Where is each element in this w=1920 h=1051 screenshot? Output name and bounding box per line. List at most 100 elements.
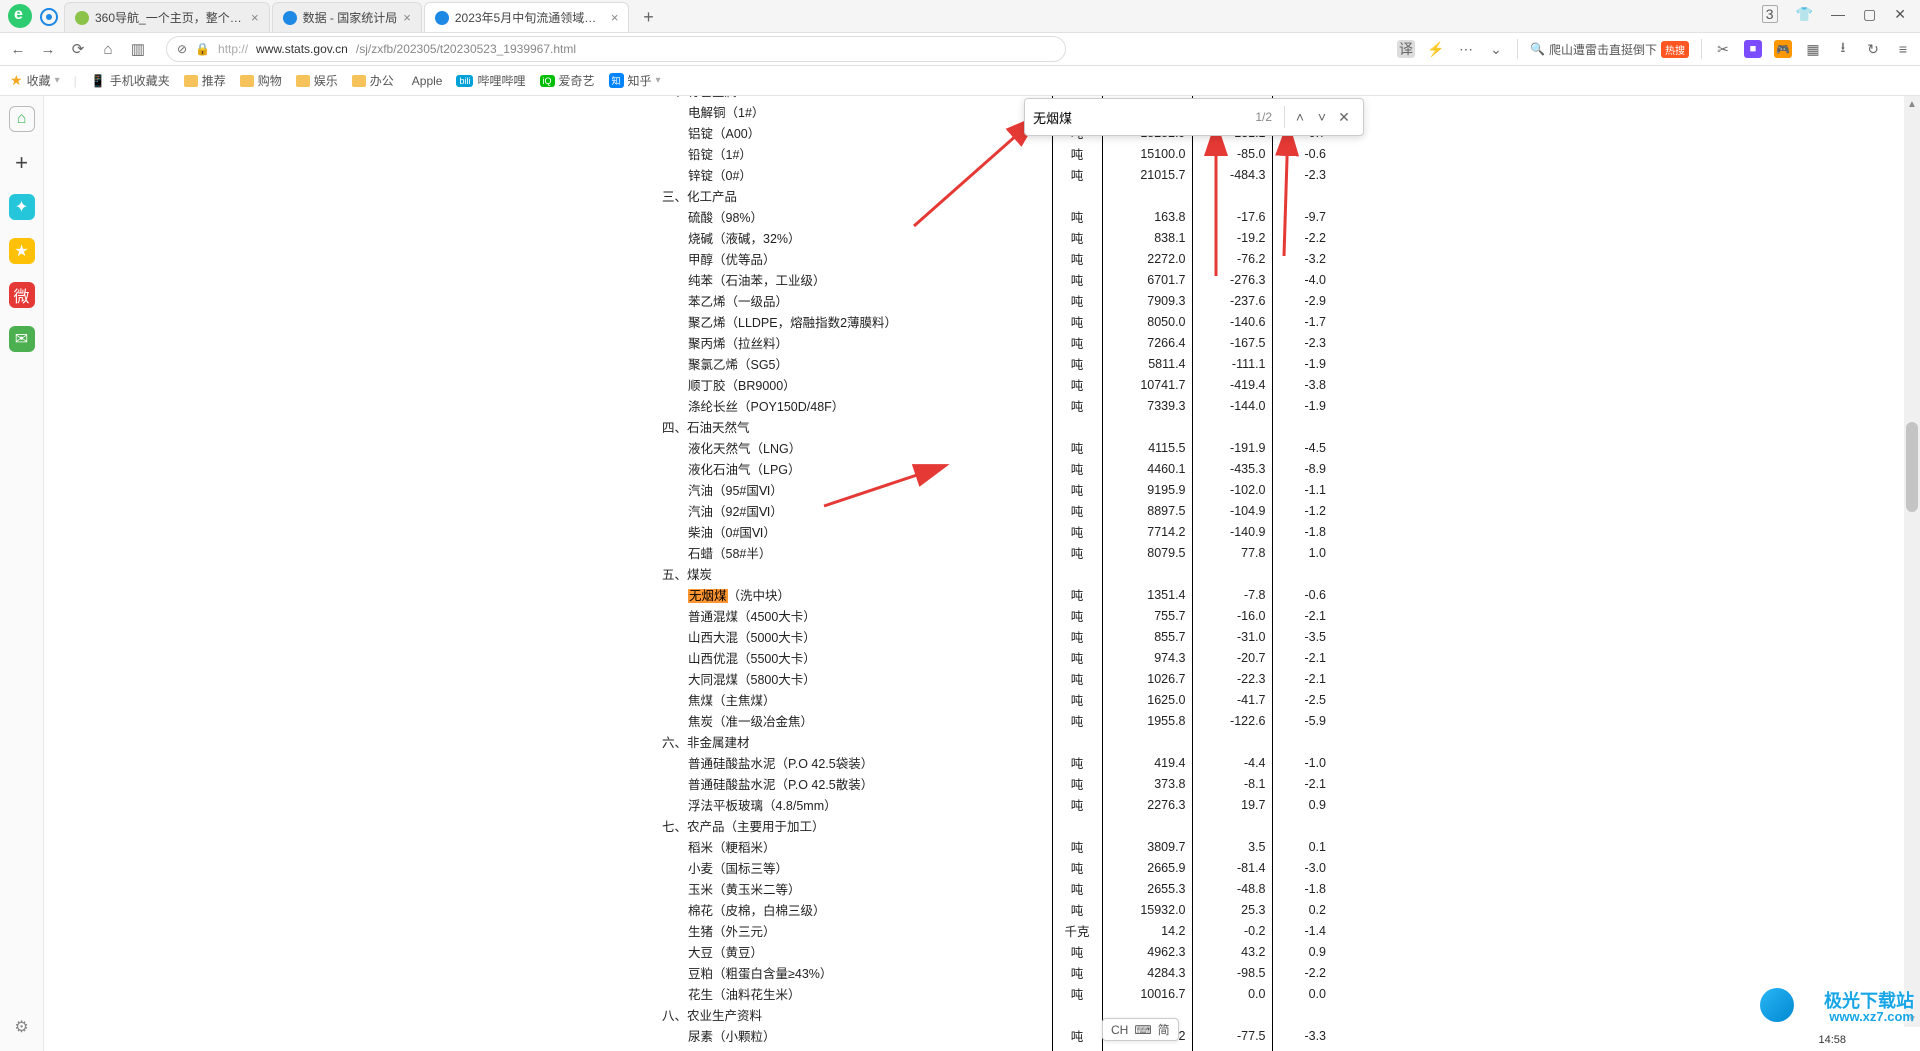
toolbar-right: 译 ⚡ ⋯ ⌄ 🔍 爬山遭雷击直挺倒下 热搜 ✂ ■ 🎮 ▦ ⭳ ↻ ≡ (1397, 39, 1912, 59)
ext-orange-icon[interactable]: 🎮 (1774, 40, 1792, 58)
find-prev-button[interactable]: ˄ (1289, 106, 1311, 128)
tab-title: 2023年5月中旬流通领域重要 (455, 9, 605, 26)
tab-close-icon[interactable]: × (251, 10, 259, 25)
category-label: 六、非金属建材 (632, 731, 1052, 752)
translate-icon[interactable]: 译 (1397, 40, 1415, 58)
browser-secondary-icon[interactable] (40, 8, 58, 26)
separator (1517, 39, 1518, 59)
chevron-down-icon[interactable]: ⌄ (1487, 40, 1505, 58)
ext-purple-icon[interactable]: ■ (1744, 40, 1762, 58)
row-value-1: 8079.5 (1102, 542, 1192, 563)
row-name: 小麦（国标三等） (632, 857, 1052, 878)
row-unit: 吨 (1052, 437, 1102, 458)
tab-1[interactable]: 数据 - 国家统计局 × (272, 2, 422, 32)
bookmark-zhihu[interactable]: 知知乎▾ (609, 72, 661, 89)
bookmark-recommend[interactable]: 推荐 (184, 72, 226, 89)
row-unit: 吨 (1052, 689, 1102, 710)
row-value-1: 4284.3 (1102, 962, 1192, 983)
nav-back-button[interactable]: ← (8, 39, 28, 59)
row-name: 复合肥（硫酸钾复合肥，氮磷钾含量45%） (632, 1046, 1052, 1051)
row-value-3: -2.3 (1272, 1046, 1332, 1051)
rail-settings-icon[interactable]: ⚙ (14, 1017, 28, 1037)
separator (1284, 106, 1285, 128)
row-unit: 吨 (1052, 395, 1102, 416)
url-input[interactable]: ⊘ 🔒 http://www.stats.gov.cn/sj/zxfb/2023… (166, 36, 1066, 62)
row-unit: 吨 (1052, 458, 1102, 479)
bookmark-apple[interactable]: Apple (408, 74, 443, 88)
tab-close-icon[interactable]: × (403, 10, 411, 25)
nav-home-button[interactable]: ⌂ (98, 39, 118, 59)
window-minimize-icon[interactable]: — (1831, 6, 1845, 22)
nav-reload-button[interactable]: ⟳ (68, 39, 88, 59)
row-name: 甲醇（优等品） (632, 248, 1052, 269)
ime-indicator[interactable]: CH ⌨ 简 (1102, 1018, 1179, 1041)
find-in-page-bar: 1/2 ˄ ˅ ✕ (1024, 98, 1364, 136)
vertical-scrollbar[interactable]: ▲ ▼ (1904, 96, 1920, 1027)
row-name: 玉米（黄玉米二等） (632, 878, 1052, 899)
row-value-3: -1.0 (1272, 752, 1332, 773)
tab-0[interactable]: 360导航_一个主页，整个世界 × (64, 2, 270, 32)
grid-icon[interactable]: ▦ (1804, 40, 1822, 58)
tab-favicon-icon (75, 11, 89, 25)
row-value-3: -4.5 (1272, 437, 1332, 458)
bookmark-office[interactable]: 办公 (352, 72, 394, 89)
find-close-button[interactable]: ✕ (1333, 106, 1355, 128)
flash-icon[interactable]: ⚡ (1427, 40, 1445, 58)
tab-2[interactable]: 2023年5月中旬流通领域重要 × (424, 2, 630, 32)
row-value-1: 4460.1 (1102, 458, 1192, 479)
window-maximize-icon[interactable]: ▢ (1863, 6, 1876, 23)
folder-icon (296, 75, 310, 87)
rail-add-icon[interactable]: + (9, 150, 35, 176)
ime-mode: 简 (1158, 1021, 1170, 1038)
rail-app1-icon[interactable]: ✦ (9, 194, 35, 220)
history-icon[interactable]: ↻ (1864, 40, 1882, 58)
row-unit: 吨 (1052, 710, 1102, 731)
rail-home-icon[interactable]: ⌂ (9, 106, 35, 132)
tab-close-icon[interactable]: × (611, 10, 619, 25)
row-unit: 吨 (1052, 290, 1102, 311)
bookmark-shopping[interactable]: 购物 (240, 72, 282, 89)
window-count-badge: 3 (1762, 5, 1778, 23)
scissors-icon[interactable]: ✂ (1714, 40, 1732, 58)
bookmark-iqiyi[interactable]: iQ爱奇艺 (540, 72, 595, 89)
window-close-icon[interactable]: ✕ (1894, 6, 1906, 23)
row-value-3: 0.0 (1272, 983, 1332, 1004)
row-value-3: -1.8 (1272, 521, 1332, 542)
bookmark-favorites[interactable]: ★收藏▾ (10, 72, 60, 89)
bookmark-label: 哔哩哔哩 (477, 72, 525, 89)
bookmark-bilibili[interactable]: bili哔哩哔哩 (456, 72, 525, 89)
row-unit: 吨 (1052, 1025, 1102, 1046)
new-tab-button[interactable]: + (635, 4, 661, 30)
row-name: 豆粕（粗蛋白含量≥43%） (632, 962, 1052, 983)
more-menu-icon[interactable]: ⋯ (1457, 40, 1475, 58)
browser-logo-icon[interactable] (8, 4, 32, 28)
row-value-1: 974.3 (1102, 647, 1192, 668)
nav-forward-button[interactable]: → (38, 39, 58, 59)
rail-mail-icon[interactable]: ✉ (9, 326, 35, 352)
row-value-1: 163.8 (1102, 206, 1192, 227)
row-value-2: -22.3 (1192, 668, 1272, 689)
scroll-thumb[interactable] (1906, 422, 1918, 512)
rail-app2-icon[interactable]: ★ (9, 238, 35, 264)
hot-search[interactable]: 🔍 爬山遭雷击直挺倒下 热搜 (1530, 41, 1689, 58)
download-icon[interactable]: ⭳ (1834, 40, 1852, 58)
row-name: 花生（油料花生米） (632, 983, 1052, 1004)
window-skin-icon[interactable]: 👕 (1796, 6, 1813, 23)
rail-weibo-icon[interactable]: 微 (9, 282, 35, 308)
bookmark-entertainment[interactable]: 娱乐 (296, 72, 338, 89)
nav-apps-button[interactable]: ▥ (128, 39, 148, 59)
find-input[interactable] (1033, 110, 1247, 125)
row-value-1: 21015.7 (1102, 164, 1192, 185)
row-value-1: 9195.9 (1102, 479, 1192, 500)
row-value-2: -111.1 (1192, 353, 1272, 374)
row-value-1: 8050.0 (1102, 311, 1192, 332)
row-unit: 吨 (1052, 584, 1102, 605)
row-unit: 吨 (1052, 500, 1102, 521)
scroll-up-icon[interactable]: ▲ (1904, 96, 1920, 112)
highlighted-match: 无烟煤 (688, 589, 728, 603)
bookmark-mobile[interactable]: 📱手机收藏夹 (91, 72, 170, 89)
find-next-button[interactable]: ˅ (1311, 106, 1333, 128)
row-value-3: -1.8 (1272, 878, 1332, 899)
menu-icon[interactable]: ≡ (1894, 40, 1912, 58)
row-value-2: -81.4 (1192, 857, 1272, 878)
